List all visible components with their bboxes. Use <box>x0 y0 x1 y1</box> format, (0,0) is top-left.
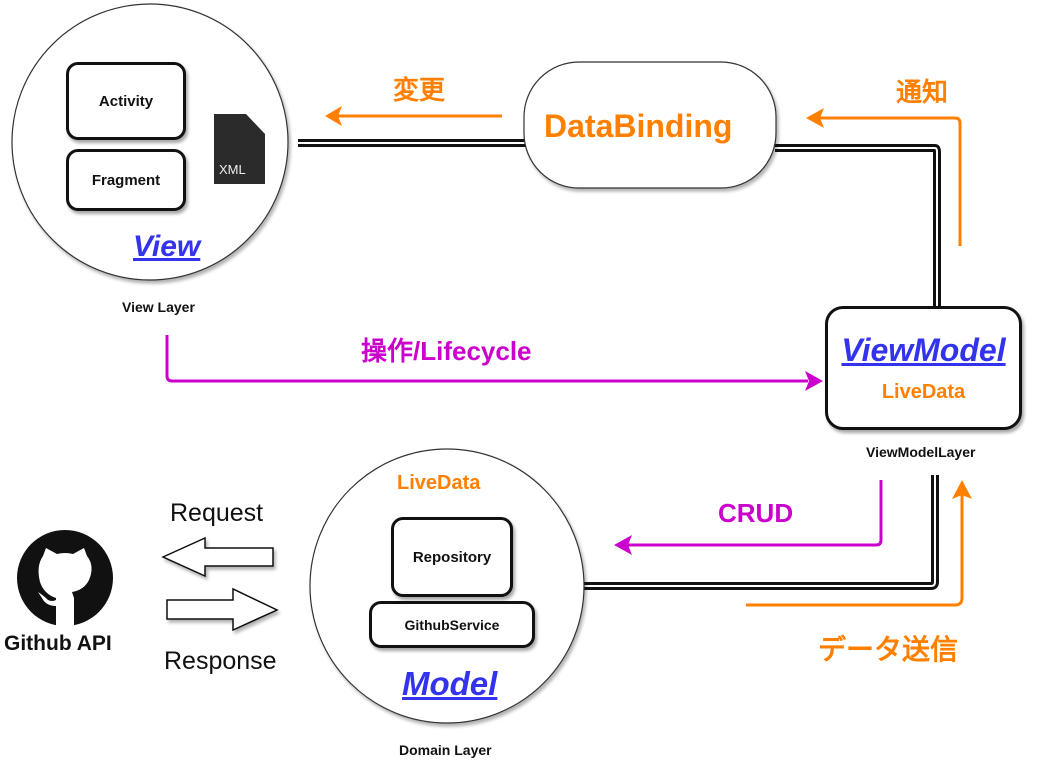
model-title: Model <box>402 665 498 702</box>
github-logo-icon <box>17 530 113 626</box>
model-livedata-label: LiveData <box>397 472 481 494</box>
viewmodel-title: ViewModel <box>841 332 1006 368</box>
arrow-change <box>325 106 502 126</box>
activity-label: Activity <box>98 92 154 110</box>
operation-lifecycle-label: 操作/Lifecycle <box>361 336 532 366</box>
xml-label: XML <box>219 162 246 177</box>
response-arrow-icon <box>166 587 279 632</box>
domain-layer-label: Domain Layer <box>399 742 492 758</box>
request-arrow-icon <box>161 536 274 578</box>
databinding-title: DataBinding <box>544 108 733 144</box>
viewmodel-livedata-label: LiveData <box>881 381 966 403</box>
view-title: View <box>133 230 201 263</box>
githubservice-label: GithubService <box>404 616 500 633</box>
github-api-label: Github API <box>4 632 112 655</box>
fragment-label: Fragment <box>91 171 161 189</box>
viewmodel-layer-label: ViewModelLayer <box>866 444 976 460</box>
data-send-label: データ送信 <box>818 634 959 665</box>
viewmodel-node: ViewModel LiveData <box>825 306 1022 430</box>
repository-box: Repository <box>391 517 513 597</box>
notify-label: 通知 <box>896 77 949 107</box>
repository-label: Repository <box>412 548 492 566</box>
githubservice-box: GithubService <box>369 601 535 648</box>
connector-databinding-viewmodel <box>775 144 941 310</box>
request-label: Request <box>170 499 264 527</box>
crud-label: CRUD <box>718 498 794 528</box>
fragment-box: Fragment <box>66 149 186 211</box>
response-label: Response <box>164 647 277 675</box>
change-label: 変更 <box>393 75 446 105</box>
activity-box: Activity <box>66 62 186 140</box>
view-layer-label: View Layer <box>122 299 195 315</box>
